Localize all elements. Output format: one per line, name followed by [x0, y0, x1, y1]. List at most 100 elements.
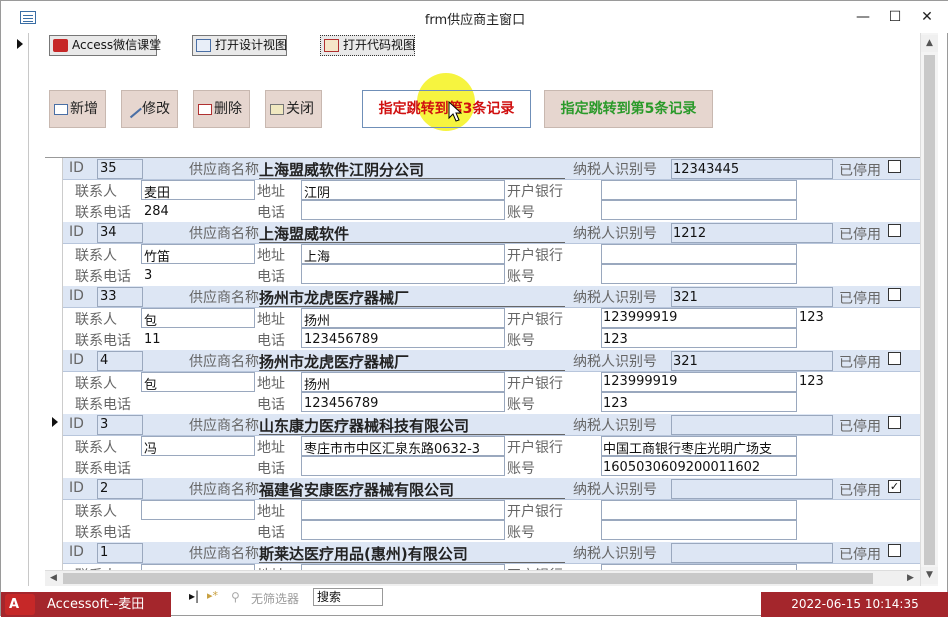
record-header: ID 35 供应商名称 上海盟威软件江阴分公司 纳税人识别号 12343445 已停用 [63, 158, 920, 180]
supplier-record: ID 33 供应商名称 扬州市龙虎医疗器械厂 纳税人识别号 321 已停用 联系人 包联系电话 1… [45, 286, 920, 350]
account-label: 账号 [507, 461, 535, 477]
tax-id-field[interactable] [671, 479, 833, 499]
supplier-record: ID1供应商名称斯莱达医疗用品(惠州)有限公司纳税人识别号已停用联系人联系电话地… [45, 542, 920, 570]
disabled-label: 已停用 [839, 547, 881, 563]
current-record-arrow-icon [17, 39, 23, 49]
record-detail: 联系人 冯联系电话 地址 枣庄市市中区汇泉东路0632-3 电话 开户银行 中国工商银行枣庄… [63, 436, 920, 478]
tax-id-label: 纳税人识别号 [573, 546, 657, 562]
disabled-label: 已停用 [839, 419, 881, 435]
horizontal-scroll-thumb[interactable] [63, 573, 873, 584]
supplier-name-label: 供应商名称 [189, 482, 259, 498]
tax-id-field[interactable] [671, 543, 833, 563]
record-selector[interactable] [45, 478, 63, 542]
tel-field[interactable] [301, 264, 505, 284]
maximize-button[interactable]: ☐ [881, 7, 909, 27]
vertical-scroll-thumb[interactable] [924, 55, 935, 565]
next-record-icon[interactable]: ▸| [189, 589, 199, 603]
tax-id-label: 纳税人识别号 [573, 482, 657, 498]
contact-value: 包 [144, 314, 158, 329]
filter-icon[interactable]: ⚲ [231, 590, 240, 604]
record-selector[interactable] [45, 222, 63, 286]
contact-value: 竹笛 [144, 250, 171, 265]
tel-field[interactable] [301, 456, 505, 476]
new-record-icon[interactable]: ▸* [207, 589, 218, 602]
search-input[interactable]: 搜索 [313, 588, 383, 606]
edit-button[interactable]: 修改 [121, 90, 178, 128]
record-detail: 联系人 竹笛 联系电话 3 地址 上海 电话 开户银行 账号 [63, 244, 920, 286]
account-label: 账号 [507, 269, 535, 285]
tax-id-field[interactable] [671, 415, 833, 435]
tel-field[interactable] [301, 200, 505, 220]
account-field[interactable] [601, 392, 797, 412]
record-header: ID 3 供应商名称 山东康力医疗器械科技有限公司 纳税人识别号 已停用 [63, 414, 920, 436]
supplier-name-underline [259, 562, 565, 563]
open-design-view-button[interactable]: 打开设计视图 [192, 35, 287, 56]
id-label: ID [69, 160, 84, 176]
bank-field[interactable] [601, 500, 797, 520]
add-icon [54, 104, 68, 115]
open-code-view-button[interactable]: 打开代码视图 [320, 35, 415, 56]
id-value: 2 [100, 481, 109, 496]
record-selector[interactable] [45, 350, 63, 414]
tel-field[interactable] [301, 520, 505, 540]
supplier-record: ID 3 供应商名称 山东康力医疗器械科技有限公司 纳税人识别号 已停用 联系人 冯联系电话 地… [45, 414, 920, 478]
contact-field[interactable] [141, 436, 255, 456]
contact-field[interactable] [141, 372, 255, 392]
close-window-button[interactable]: ✕ [913, 7, 941, 27]
contact-label: 联系人 [75, 184, 117, 200]
contact-field[interactable] [141, 308, 255, 328]
address-field[interactable] [301, 500, 505, 520]
supplier-record-list: ID 35 供应商名称 上海盟威软件江阴分公司 纳税人识别号 12343445 已停用联系人… [45, 157, 920, 570]
account-field[interactable] [601, 264, 797, 284]
disabled-label: 已停用 [839, 163, 881, 179]
horizontal-scrollbar[interactable]: ◀ ▶ [45, 570, 920, 586]
supplier-name-label: 供应商名称 [189, 290, 259, 306]
supplier-record: ID 34 供应商名称 上海盟威软件 纳税人识别号 1212 已停用 联系人 竹笛 联系电话 3 地址… [45, 222, 920, 286]
bank-field[interactable] [601, 244, 797, 264]
delete-button[interactable]: 删除 [193, 90, 250, 128]
disabled-checkbox[interactable] [888, 160, 901, 173]
contact-label: 联系人 [75, 376, 117, 392]
phone-label: 联系电话 [75, 525, 131, 541]
access-wechat-class-label: Access微信课堂 [72, 38, 162, 52]
goto-record-5-button[interactable]: 指定跳转到第5条记录 [544, 90, 713, 128]
scroll-down-icon[interactable]: ▼ [921, 567, 938, 584]
record-detail: 联系人联系电话 地址电话 开户银行账号 [63, 500, 920, 542]
no-filter-label[interactable]: 无筛选器 [251, 590, 299, 607]
disabled-checkbox[interactable] [888, 416, 901, 429]
vertical-scrollbar[interactable]: ▲ ▼ [920, 33, 938, 586]
record-selector[interactable] [45, 158, 63, 222]
disabled-checkbox[interactable] [888, 352, 901, 365]
scroll-right-icon[interactable]: ▶ [902, 571, 919, 586]
id-value: 34 [100, 225, 117, 240]
goto-record-3-button[interactable]: 指定跳转到第3条记录 [362, 90, 531, 128]
code-view-icon [324, 39, 339, 52]
design-view-icon [196, 39, 211, 52]
add-button[interactable]: 新增 [49, 90, 106, 128]
tel-label: 电话 [257, 269, 285, 285]
account-field[interactable] [601, 328, 797, 348]
tax-id-label: 纳税人识别号 [573, 290, 657, 306]
record-header: ID 4 供应商名称 扬州市龙虎医疗器械厂 纳税人识别号 321 已停用 [63, 350, 920, 372]
address-label: 地址 [257, 312, 285, 328]
account-field[interactable] [601, 520, 797, 540]
disabled-checkbox[interactable] [888, 544, 901, 557]
bank-label: 开户银行 [507, 184, 563, 200]
access-wechat-class-button[interactable]: Access微信课堂 [49, 35, 161, 56]
supplier-name-label: 供应商名称 [189, 546, 259, 562]
tel-value: 123456789 [304, 396, 379, 411]
scroll-up-icon[interactable]: ▲ [921, 35, 938, 52]
disabled-checkbox[interactable] [888, 288, 901, 301]
tel-label: 电话 [257, 461, 285, 477]
disabled-checkbox[interactable]: ✓ [888, 480, 901, 493]
scroll-left-icon[interactable]: ◀ [45, 571, 62, 586]
contact-field[interactable] [141, 500, 255, 520]
address-label: 地址 [257, 184, 285, 200]
bank-field[interactable] [601, 180, 797, 200]
record-selector[interactable] [45, 286, 63, 350]
minimize-button[interactable]: — [849, 7, 877, 27]
account-field[interactable] [601, 200, 797, 220]
disabled-checkbox[interactable] [888, 224, 901, 237]
close-form-button[interactable]: 关闭 [265, 90, 322, 128]
record-selector[interactable] [45, 542, 63, 570]
